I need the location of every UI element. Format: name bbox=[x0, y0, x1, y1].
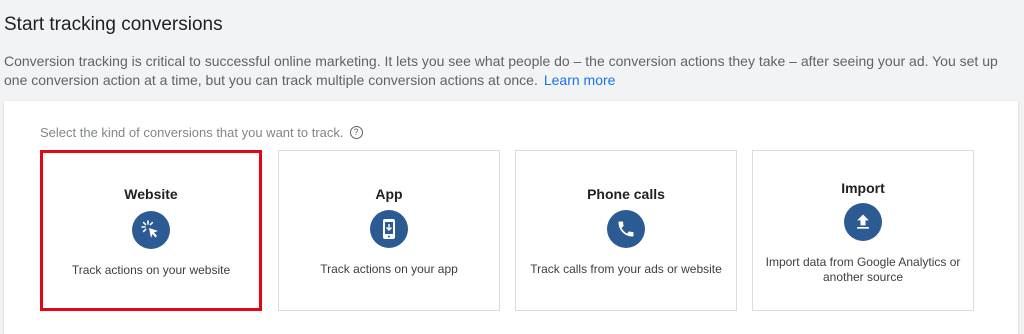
click-cursor-icon bbox=[132, 211, 170, 249]
selection-prompt-text: Select the kind of conversions that you … bbox=[40, 125, 344, 140]
card-app-title: App bbox=[375, 186, 403, 202]
card-phone-calls-title: Phone calls bbox=[587, 186, 665, 202]
page-title: Start tracking conversions bbox=[4, 14, 223, 35]
card-import-description: Import data from Google Analytics or ano… bbox=[765, 255, 961, 284]
card-import[interactable]: Import Import data from Google Analytics… bbox=[752, 150, 974, 311]
learn-more-link[interactable]: Learn more bbox=[544, 72, 616, 88]
conversion-type-panel: Select the kind of conversions that you … bbox=[4, 101, 1018, 334]
intro-body: Conversion tracking is critical to succe… bbox=[4, 53, 998, 88]
mobile-phone-icon bbox=[370, 210, 408, 248]
card-website[interactable]: Website Track actions on your website bbox=[40, 150, 262, 311]
card-import-title: Import bbox=[841, 180, 885, 196]
card-app[interactable]: App Track actions on your app bbox=[278, 150, 500, 311]
card-website-description: Track actions on your website bbox=[71, 263, 231, 277]
card-app-description: Track actions on your app bbox=[320, 262, 458, 276]
intro-text: Conversion tracking is critical to succe… bbox=[4, 52, 1014, 90]
card-website-title: Website bbox=[124, 186, 178, 202]
selection-prompt: Select the kind of conversions that you … bbox=[40, 125, 363, 140]
help-icon[interactable]: ? bbox=[349, 126, 363, 139]
upload-icon bbox=[844, 203, 882, 241]
card-phone-calls-description: Track calls from your ads or website bbox=[530, 262, 722, 276]
phone-icon bbox=[607, 210, 645, 248]
card-phone-calls[interactable]: Phone calls Track calls from your ads or… bbox=[515, 150, 737, 311]
